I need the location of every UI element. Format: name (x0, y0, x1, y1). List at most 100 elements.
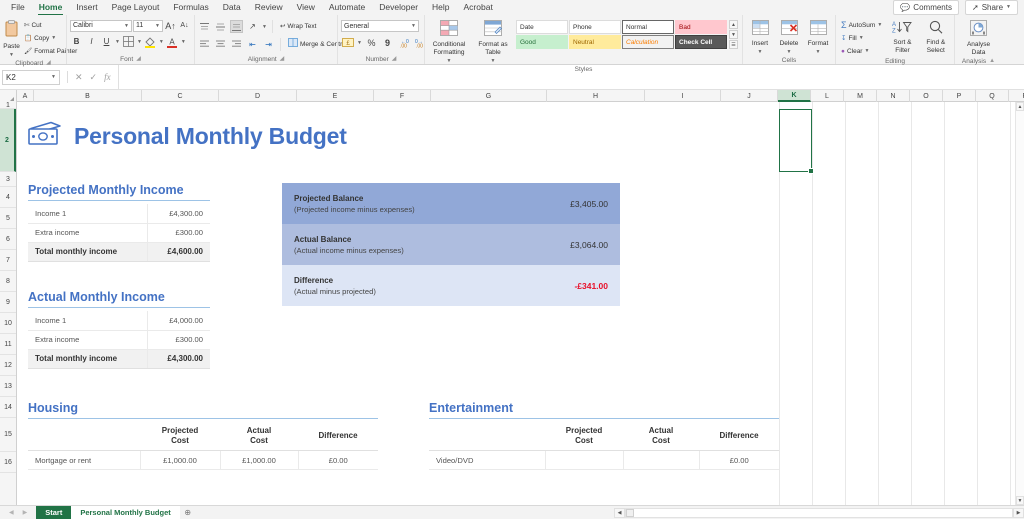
column-header-m[interactable]: M (844, 90, 877, 102)
table-row[interactable]: Mortgage or rent £1,000.00 £1,000.00 £0.… (28, 450, 378, 470)
increase-decimal-button[interactable]: ←0.00 (397, 36, 410, 49)
table-row[interactable]: Extra income £300.00 (28, 330, 210, 350)
insert-cells-button[interactable]: Insert ▼ (746, 18, 774, 56)
ribbon-tab-view[interactable]: View (290, 0, 322, 15)
ribbon-tab-acrobat[interactable]: Acrobat (457, 0, 500, 15)
comments-button[interactable]: 💬 Comments (893, 0, 959, 15)
column-header-h[interactable]: H (547, 90, 645, 102)
style-good[interactable]: Good (516, 35, 568, 49)
table-row[interactable]: Total monthly income £4,300.00 (28, 349, 210, 369)
style-bad[interactable]: Bad (675, 20, 727, 34)
align-bottom-button[interactable] (230, 20, 243, 33)
ribbon-tab-data[interactable]: Data (216, 0, 248, 15)
row-header-12[interactable]: 12 (0, 355, 16, 376)
column-header-f[interactable]: F (374, 90, 431, 102)
accounting-format-button[interactable]: £ (341, 36, 354, 49)
align-top-button[interactable] (198, 20, 211, 33)
column-header-n[interactable]: N (877, 90, 910, 102)
conditional-formatting-button[interactable]: Conditional Formatting ▼ (428, 18, 470, 65)
fill-button[interactable]: ↧ Fill ▼ (839, 33, 884, 44)
column-header-l[interactable]: L (811, 90, 844, 102)
increase-indent-button[interactable]: ⇥ (262, 38, 275, 51)
ribbon-tab-review[interactable]: Review (248, 0, 290, 15)
paste-button[interactable]: Paste ▼ (3, 18, 20, 59)
balance-row-actual[interactable]: Actual Balance (Actual income minus expe… (282, 224, 620, 265)
italic-button[interactable]: I (85, 35, 98, 48)
column-header-k[interactable]: K (778, 90, 811, 102)
chevron-down-icon[interactable]: ▼ (181, 39, 186, 45)
horizontal-scroll-thumb[interactable] (626, 508, 634, 517)
share-button[interactable]: ➚ Share ▼ (964, 0, 1018, 15)
balance-row-difference[interactable]: Difference (Actual minus projected) -£34… (282, 265, 620, 306)
sheet-tab-personal-monthly-budget[interactable]: Personal Monthly Budget (71, 505, 180, 519)
font-size-select[interactable]: 11 ▼ (133, 19, 163, 32)
bold-button[interactable]: B (70, 35, 83, 48)
row-header-13[interactable]: 13 (0, 376, 16, 397)
gallery-scroll-up-button[interactable]: ▲ (729, 20, 738, 29)
find-and-select-button[interactable]: Find & Select (921, 18, 951, 55)
table-row[interactable]: Extra income £300.00 (28, 223, 210, 243)
ribbon-tab-page-layout[interactable]: Page Layout (105, 0, 167, 15)
gallery-scroll-down-button[interactable]: ▼ (729, 30, 738, 39)
ribbon-tab-insert[interactable]: Insert (69, 0, 104, 15)
next-sheet-icon[interactable]: ▶ (23, 509, 28, 516)
dialog-launcher-icon[interactable]: ◢ (136, 55, 141, 64)
vertical-scrollbar[interactable]: ▲ ▼ (1015, 102, 1024, 505)
column-header-c[interactable]: C (142, 90, 219, 102)
style-phone[interactable]: Phone (569, 20, 621, 34)
table-row[interactable]: Total monthly income £4,600.00 (28, 242, 210, 262)
cancel-formula-icon[interactable]: ✕ (75, 72, 83, 83)
sheet-tab-start[interactable]: Start (36, 505, 72, 519)
decrease-font-size-button[interactable]: A↓ (178, 19, 191, 32)
style-date[interactable]: Date (516, 20, 568, 34)
number-format-select[interactable]: General ▼ (341, 20, 419, 32)
row-header-15[interactable]: 15 (0, 418, 16, 452)
row-header-3[interactable]: 3 (0, 172, 16, 187)
underline-button[interactable]: U (100, 35, 113, 48)
ribbon-tab-home[interactable]: Home (32, 0, 70, 15)
selected-cell-k2[interactable] (779, 109, 814, 174)
column-header-e[interactable]: E (297, 90, 374, 102)
scroll-up-button[interactable]: ▲ (1016, 102, 1024, 111)
chevron-down-icon[interactable]: ▼ (357, 40, 362, 46)
comma-style-button[interactable]: 9 (381, 36, 394, 49)
row-header-10[interactable]: 10 (0, 313, 16, 334)
format-cells-button[interactable]: Format ▼ (804, 18, 832, 56)
column-header-i[interactable]: I (645, 90, 721, 102)
font-name-select[interactable]: Calibri ▼ (70, 19, 132, 32)
select-all-button[interactable] (0, 90, 17, 102)
font-color-button[interactable]: A (166, 35, 179, 48)
ribbon-tab-help[interactable]: Help (425, 0, 456, 15)
borders-button[interactable] (122, 35, 135, 48)
sort-and-filter-button[interactable]: AZ Sort & Filter (887, 18, 917, 55)
horizontal-scrollbar[interactable]: ◀ ▶ (614, 506, 1024, 519)
increase-font-size-button[interactable]: A↑ (164, 19, 177, 32)
previous-sheet-icon[interactable]: ◀ (9, 509, 14, 516)
style-calculation[interactable]: Calculation (622, 35, 674, 49)
scroll-left-button[interactable]: ◀ (614, 507, 625, 518)
column-header-a[interactable]: A (17, 90, 34, 102)
analyse-data-button[interactable]: Analyse Data (961, 18, 997, 57)
align-left-button[interactable] (198, 38, 211, 51)
row-header-9[interactable]: 9 (0, 292, 16, 313)
scroll-right-button[interactable]: ▶ (1013, 507, 1024, 518)
delete-cells-button[interactable]: Delete ▼ (775, 18, 803, 56)
ribbon-tab-automate[interactable]: Automate (322, 0, 372, 15)
table-row[interactable]: Income 1 £4,300.00 (28, 204, 210, 224)
autosum-button[interactable]: Σ AutoSum ▼ (839, 20, 884, 31)
dialog-launcher-icon[interactable]: ◢ (280, 55, 285, 64)
style-neutral[interactable]: Neutral (569, 35, 621, 49)
chevron-down-icon[interactable]: ▼ (115, 39, 120, 45)
table-row[interactable]: Video/DVD £0.00 (429, 450, 779, 470)
row-header-6[interactable]: 6 (0, 229, 16, 250)
collapse-ribbon-button[interactable]: ▲ (989, 57, 995, 66)
wrap-text-button[interactable]: ↩ Wrap Text (278, 21, 318, 32)
horizontal-scroll-track[interactable] (625, 507, 1013, 518)
row-header-1[interactable]: 1 (0, 102, 16, 109)
row-header-16[interactable]: 16 (0, 452, 16, 473)
style-normal[interactable]: Normal (622, 20, 674, 34)
align-middle-button[interactable] (214, 20, 227, 33)
sheet-canvas[interactable]: Personal Monthly Budget Projected Monthl… (17, 102, 1024, 505)
insert-function-icon[interactable]: fx (104, 72, 111, 82)
ribbon-tab-file[interactable]: File (4, 0, 32, 15)
